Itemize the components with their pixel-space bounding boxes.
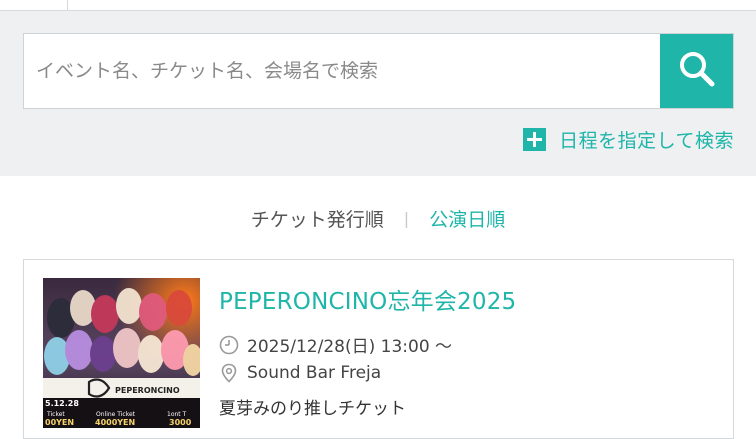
svg-text:PEPERONCINO: PEPERONCINO <box>115 386 180 395</box>
svg-text:4000YEN: 4000YEN <box>95 418 135 427</box>
event-ticket-name: 夏芽みのり推しチケット <box>219 399 406 419</box>
plus-icon <box>523 128 547 151</box>
date-search-link[interactable]: 日程を指定して検索 <box>523 126 734 153</box>
sort-separator: | <box>403 209 410 228</box>
date-search-label: 日程を指定して検索 <box>559 130 734 152</box>
svg-text:5.12.28: 5.12.28 <box>45 399 79 408</box>
event-card[interactable]: PEPERONCINO 5.12.28 Ticket Online Ticket… <box>23 259 734 439</box>
clock-icon <box>219 335 239 355</box>
sort-by-issue-order[interactable]: チケット発行順 <box>251 205 384 232</box>
event-venue-row: Sound Bar Freja <box>219 363 381 383</box>
svg-text:Online Ticket: Online Ticket <box>96 411 136 418</box>
tab-divider <box>67 0 68 11</box>
event-datetime-row: 2025/12/28(日) 13:00 〜 <box>219 332 452 357</box>
svg-text:1ont T: 1ont T <box>167 411 187 418</box>
map-pin-icon <box>219 363 239 383</box>
svg-text:3000: 3000 <box>169 418 192 427</box>
event-title[interactable]: PEPERONCINO忘年会2025 <box>219 282 516 316</box>
search-panel: 日程を指定して検索 <box>0 0 756 176</box>
search-button[interactable] <box>660 34 733 108</box>
search-box <box>23 33 734 109</box>
svg-text:Ticket: Ticket <box>46 411 65 418</box>
event-datetime: 2025/12/28(日) 13:00 〜 <box>247 337 453 357</box>
event-poster-image: PEPERONCINO 5.12.28 Ticket Online Ticket… <box>43 278 200 428</box>
svg-text:00YEN: 00YEN <box>45 418 74 427</box>
search-icon <box>677 49 717 93</box>
sort-by-performance-date[interactable]: 公演日順 <box>429 205 505 232</box>
search-input[interactable] <box>24 34 661 108</box>
sort-bar: チケット発行順 | 公演日順 <box>0 205 756 232</box>
event-venue: Sound Bar Freja <box>247 363 382 383</box>
top-tab-strip <box>0 0 756 11</box>
